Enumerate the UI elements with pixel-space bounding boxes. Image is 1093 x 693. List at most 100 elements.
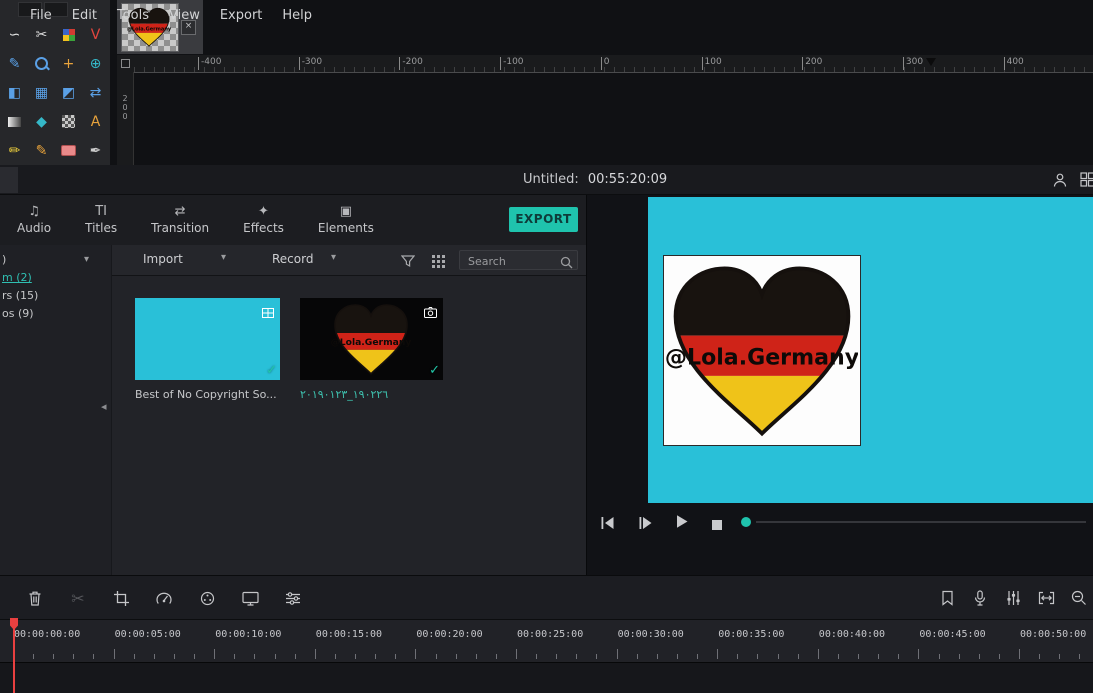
timeline-tick bbox=[918, 649, 919, 659]
align-icon[interactable]: ◧ bbox=[1, 78, 28, 107]
collapse-panel-icon[interactable]: ◂ bbox=[101, 400, 107, 413]
tab-label: Titles bbox=[85, 221, 117, 235]
sidebar-item-2[interactable]: rs (15) bbox=[0, 287, 111, 305]
bucket-fill-icon[interactable]: ◆ bbox=[28, 107, 55, 136]
ruler-pointer-icon bbox=[926, 58, 936, 66]
tab-elements[interactable]: ▣Elements bbox=[301, 195, 391, 245]
delete-button[interactable] bbox=[25, 588, 45, 608]
timeline-tick bbox=[134, 654, 135, 659]
chevron-down-icon[interactable]: ▾ bbox=[331, 252, 336, 263]
text-tool-icon[interactable]: A bbox=[82, 107, 109, 136]
ruler-label: 0 bbox=[601, 57, 610, 70]
ink-icon[interactable]: ✒ bbox=[82, 136, 109, 165]
import-button[interactable]: Import bbox=[143, 252, 183, 266]
layout-button[interactable] bbox=[1080, 172, 1093, 191]
timeline-tick bbox=[1039, 654, 1040, 659]
next-frame-button[interactable] bbox=[638, 515, 653, 534]
scrubber-track[interactable] bbox=[756, 521, 1086, 523]
scrubber-handle[interactable] bbox=[741, 517, 751, 527]
timeline-tick bbox=[33, 654, 34, 659]
ruler-label: -200 bbox=[399, 57, 422, 70]
color-button[interactable] bbox=[197, 588, 217, 608]
sidebar-item-3[interactable]: os (9) bbox=[0, 305, 111, 323]
transform-icon[interactable]: ◩ bbox=[55, 78, 82, 107]
marker-button[interactable] bbox=[937, 588, 957, 608]
menu-edit[interactable]: Edit bbox=[62, 8, 107, 23]
tab-titles[interactable]: TI Titles bbox=[68, 195, 134, 245]
ruler-label: -300 bbox=[299, 57, 322, 70]
timeline-tick bbox=[637, 654, 638, 659]
fit-timeline-button[interactable] bbox=[1036, 588, 1056, 608]
voiceover-button[interactable] bbox=[970, 588, 990, 608]
search-input[interactable] bbox=[466, 252, 562, 270]
ruler-corner bbox=[117, 55, 134, 72]
library-tab-bar: ♫Audio TI Titles ⇄Transition✦Effects▣Elemen… bbox=[0, 195, 586, 245]
play-button[interactable] bbox=[675, 514, 689, 533]
tab-effects[interactable]: ✦Effects bbox=[226, 195, 301, 245]
previous-frame-button[interactable] bbox=[600, 515, 615, 534]
gradient-icon[interactable] bbox=[1, 107, 28, 136]
account-button[interactable] bbox=[1052, 172, 1068, 192]
timeline-label: 00:00:10:00 bbox=[215, 629, 281, 640]
mixer-button[interactable] bbox=[1003, 588, 1023, 608]
menu-file[interactable]: File bbox=[20, 8, 62, 23]
media-item-image[interactable]: ✓ bbox=[300, 298, 443, 380]
pattern-icon[interactable] bbox=[55, 107, 82, 136]
chevron-down-icon[interactable]: ▾ bbox=[221, 252, 226, 263]
media-item-video[interactable]: ✓ bbox=[135, 298, 280, 380]
menu-view[interactable]: View bbox=[159, 8, 210, 23]
play-icon bbox=[675, 514, 689, 529]
menu-tools[interactable]: Tools bbox=[107, 8, 159, 23]
scissors-icon: ✂ bbox=[71, 589, 84, 608]
media-item-label: Best of No Copyright So... bbox=[135, 388, 280, 401]
titles-icon: TI bbox=[95, 205, 107, 218]
search-icon[interactable] bbox=[560, 254, 573, 273]
timeline-label: 00:00:15:00 bbox=[316, 629, 382, 640]
timeline-tick bbox=[254, 654, 255, 659]
zoom-tool-icon[interactable] bbox=[28, 49, 55, 78]
menu-help[interactable]: Help bbox=[272, 8, 322, 23]
speed-button[interactable] bbox=[154, 588, 174, 608]
tab-audio[interactable]: ♫Audio bbox=[0, 195, 68, 245]
tab-transition[interactable]: ⇄Transition bbox=[134, 195, 226, 245]
speedometer-icon bbox=[156, 591, 172, 606]
media-item-label: ١٩٠٢٢٦_٢٠١٩٠١٢٣ bbox=[300, 388, 443, 401]
timeline-label: 00:00:05:00 bbox=[115, 629, 181, 640]
cut-button[interactable]: ✂ bbox=[68, 588, 88, 608]
crop-button[interactable] bbox=[111, 588, 131, 608]
crop-tool-icon[interactable]: ▦ bbox=[28, 78, 55, 107]
timeline-tick bbox=[1019, 649, 1020, 659]
screen-button[interactable] bbox=[240, 588, 260, 608]
pencil-2-icon[interactable]: ✏ bbox=[1, 136, 28, 165]
zoom-out-button[interactable] bbox=[1069, 588, 1089, 608]
timeline-label: 00:00:35:00 bbox=[718, 629, 784, 640]
sidebar-item-1[interactable]: m (2) bbox=[0, 269, 111, 287]
filter-button[interactable] bbox=[401, 253, 415, 272]
project-timecode: 00:55:20:09 bbox=[588, 172, 667, 187]
timeline-tracks bbox=[0, 662, 1093, 693]
timeline-label: 00:00:45:00 bbox=[919, 629, 985, 640]
sidebar-item-0[interactable]: )▾ bbox=[0, 251, 111, 269]
export-button[interactable]: EXPORT bbox=[509, 207, 578, 232]
chevron-down-icon[interactable]: ▾ bbox=[84, 251, 89, 269]
monitor-icon bbox=[242, 591, 259, 606]
timeline-tick bbox=[375, 654, 376, 659]
flip-icon[interactable]: ⇄ bbox=[82, 78, 109, 107]
stop-button[interactable] bbox=[711, 516, 723, 535]
timeline-label: 00:00:50:00 bbox=[1020, 629, 1086, 640]
search-box bbox=[459, 250, 578, 270]
paintbrush-icon[interactable]: ✎ bbox=[28, 136, 55, 165]
record-button[interactable]: Record bbox=[272, 252, 313, 266]
camera-icon bbox=[424, 303, 437, 322]
check-icon: ✓ bbox=[266, 363, 277, 378]
eraser-icon[interactable] bbox=[55, 136, 82, 165]
menu-export[interactable]: Export bbox=[210, 8, 273, 23]
move-icon[interactable]: ⊕ bbox=[82, 49, 109, 78]
adjust-button[interactable] bbox=[283, 588, 303, 608]
timeline-ruler[interactable]: 00:00:00:0000:00:05:0000:00:10:0000:00:1… bbox=[0, 619, 1093, 662]
timeline-tick bbox=[174, 654, 175, 659]
heal-icon[interactable]: + bbox=[55, 49, 82, 78]
pencil-icon[interactable]: ✎ bbox=[1, 49, 28, 78]
playhead-line[interactable] bbox=[13, 619, 15, 693]
grid-view-button[interactable] bbox=[432, 253, 445, 272]
